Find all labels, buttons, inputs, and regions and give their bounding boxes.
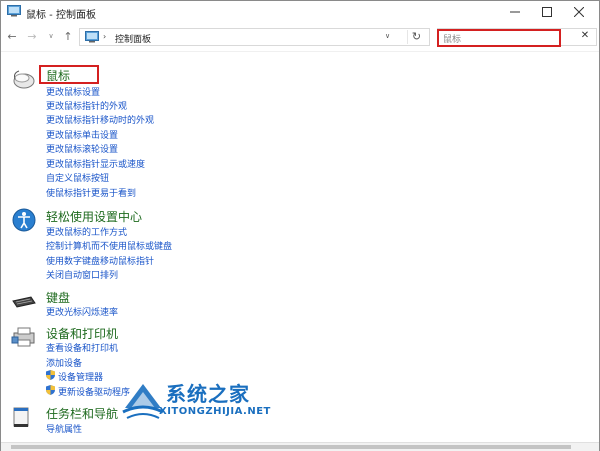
link-update-drivers[interactable]: 更新设备驱动程序 (58, 385, 130, 398)
close-icon (574, 7, 584, 17)
search-clear-button[interactable]: ✕ (576, 30, 594, 44)
link-cursor-blink-rate[interactable]: 更改光标闪烁速率 (46, 305, 118, 318)
ease-of-access-icon (12, 208, 36, 232)
watermark: 系统之家 XITONGZHIJIA.NET (121, 374, 291, 434)
minimize-button[interactable] (499, 1, 531, 23)
link-control-without-mouse[interactable]: 控制计算机而不使用鼠标或键盘 (46, 239, 172, 252)
link-click-settings[interactable]: 更改鼠标单击设置 (46, 128, 118, 141)
link-pointer-moving-appearance[interactable]: 更改鼠标指针移动时的外观 (46, 113, 154, 126)
link-navigation-properties[interactable]: 导航属性 (46, 422, 82, 435)
address-dropdown[interactable]: ∨ (385, 32, 390, 40)
back-button[interactable]: ← (5, 28, 19, 44)
link-mouse-keys[interactable]: 使用数字键盘移动鼠标指针 (46, 254, 154, 267)
recent-locations-dropdown[interactable]: ∨ (44, 28, 58, 44)
watermark-subtitle: XITONGZHIJIA.NET (159, 406, 271, 417)
title-bar: 鼠标 - 控制面板 (1, 1, 599, 23)
link-wheel-settings[interactable]: 更改鼠标滚轮设置 (46, 142, 118, 155)
link-mouse-work[interactable]: 更改鼠标的工作方式 (46, 225, 127, 238)
scrollbar-thumb[interactable] (11, 445, 571, 449)
link-add-device[interactable]: 添加设备 (46, 356, 82, 369)
keyboard-icon (12, 296, 36, 308)
control-panel-window: 鼠标 - 控制面板 ← → ∨ ↑ › 控制面板 ∨ ↻ 鼠标 ✕ 鼠标 更改鼠… (0, 0, 600, 451)
close-button[interactable] (563, 1, 595, 23)
section-title-keyboard[interactable]: 键盘 (46, 289, 70, 306)
window-title: 鼠标 - 控制面板 (26, 10, 96, 21)
link-view-devices-printers[interactable]: 查看设备和打印机 (46, 341, 118, 354)
control-panel-icon (85, 31, 99, 43)
mouse-icon (13, 70, 35, 89)
minimize-icon (510, 11, 520, 13)
watermark-title: 系统之家 (166, 382, 250, 406)
section-title-ease-of-access[interactable]: 轻松使用设置中心 (46, 208, 142, 225)
link-device-manager[interactable]: 设备管理器 (58, 370, 103, 383)
link-window-arrange[interactable]: 关闭自动窗口排列 (46, 268, 118, 281)
vertical-scrollbar[interactable] (591, 53, 599, 441)
control-panel-icon (7, 5, 21, 17)
title-highlight-box (39, 65, 99, 84)
link-pointer-appearance[interactable]: 更改鼠标指针的外观 (46, 99, 127, 112)
breadcrumb-separator[interactable]: › (103, 32, 106, 41)
shield-icon (46, 370, 55, 380)
link-pointer-display-speed[interactable]: 更改鼠标指针显示或速度 (46, 157, 145, 170)
shield-icon (46, 385, 55, 395)
address-bar[interactable]: › 控制面板 ∨ ↻ (79, 28, 430, 46)
refresh-button[interactable]: ↻ (407, 30, 425, 44)
link-change-mouse-settings[interactable]: 更改鼠标设置 (46, 85, 100, 98)
section-title-devices-printers[interactable]: 设备和打印机 (46, 325, 118, 342)
up-button[interactable]: ↑ (61, 28, 75, 44)
taskbar-icon (13, 407, 29, 427)
section-title-taskbar-navigation[interactable]: 任务栏和导航 (46, 405, 118, 422)
divider (1, 51, 599, 52)
search-highlight-box (437, 29, 561, 47)
link-customize-buttons[interactable]: 自定义鼠标按钮 (46, 171, 109, 184)
maximize-icon (542, 7, 552, 17)
forward-button[interactable]: → (25, 28, 39, 44)
printer-icon (11, 327, 35, 347)
breadcrumb[interactable]: 控制面板 (115, 32, 151, 45)
link-pointer-easier-to-see[interactable]: 使鼠标指针更易于看到 (46, 186, 136, 199)
horizontal-scrollbar[interactable] (1, 442, 599, 451)
maximize-button[interactable] (531, 1, 563, 23)
